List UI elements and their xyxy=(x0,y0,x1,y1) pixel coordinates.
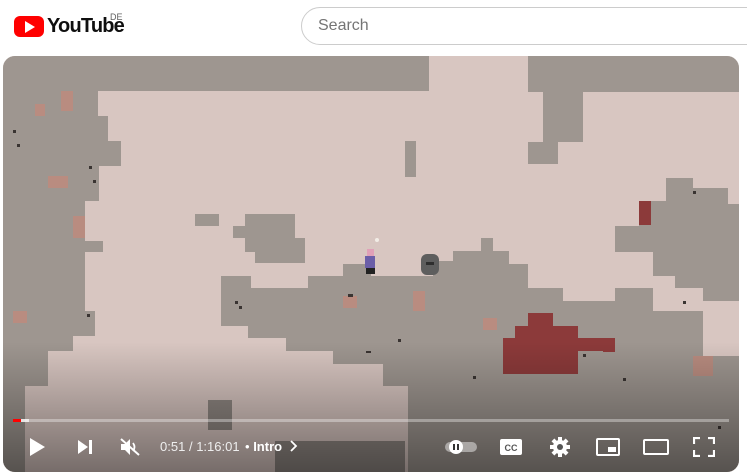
miniplayer-icon xyxy=(596,438,620,456)
autoplay-icon xyxy=(445,440,477,454)
chevron-right-icon xyxy=(290,440,297,452)
progress-played xyxy=(13,419,21,422)
theater-icon xyxy=(643,439,669,455)
cc-icon: CC xyxy=(500,439,522,455)
gear-icon xyxy=(550,437,570,457)
next-button[interactable] xyxy=(73,430,97,464)
next-icon xyxy=(78,440,92,454)
current-time: 0:51 xyxy=(160,439,186,454)
time-display: 0:51 / 1:16:01 xyxy=(160,430,240,464)
progress-bar[interactable] xyxy=(13,419,729,422)
play-button[interactable] xyxy=(25,430,49,464)
volume-muted-icon xyxy=(120,438,140,456)
svg-text:CC: CC xyxy=(505,443,518,453)
chapter-title: Intro xyxy=(253,439,283,454)
player-controls: 0:51 / 1:16:01 • Intro CC xyxy=(3,430,739,464)
time-separator: / xyxy=(188,439,193,454)
search-input[interactable] xyxy=(301,7,747,45)
play-icon xyxy=(30,438,45,456)
youtube-logo[interactable]: YouTube xyxy=(14,13,125,39)
fullscreen-icon xyxy=(693,437,715,457)
youtube-play-icon xyxy=(14,15,44,37)
chapter-bullet: • xyxy=(245,439,250,454)
mute-button[interactable] xyxy=(117,430,143,464)
fullscreen-button[interactable] xyxy=(691,430,717,464)
country-code: DE xyxy=(110,12,123,22)
settings-button[interactable] xyxy=(547,430,573,464)
chapter-button[interactable]: • Intro xyxy=(245,430,298,464)
miniplayer-button[interactable] xyxy=(595,430,621,464)
autoplay-toggle[interactable] xyxy=(443,430,479,464)
duration: 1:16:01 xyxy=(196,439,240,454)
theater-button[interactable] xyxy=(643,430,669,464)
video-player[interactable]: 0:51 / 1:16:01 • Intro CC xyxy=(3,56,739,472)
captions-button[interactable]: CC xyxy=(498,430,524,464)
